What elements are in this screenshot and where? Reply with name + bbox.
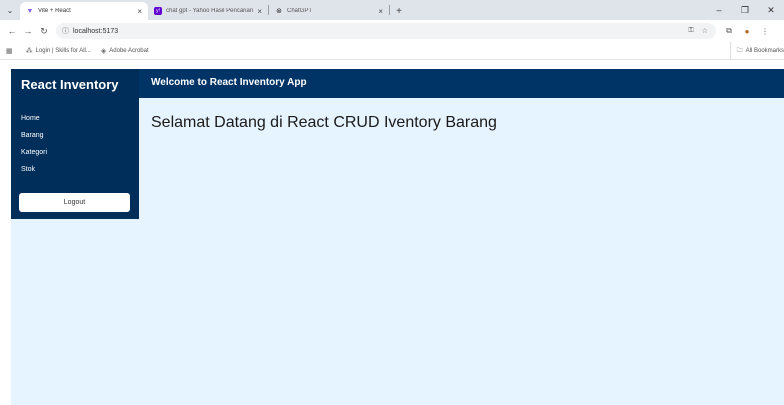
restore-icon[interactable]: ❐: [732, 0, 758, 20]
browser-tab-strip: ⌄ ▼ Vite + React × y! chat gpt - Yahoo H…: [0, 0, 784, 20]
logout-button[interactable]: Logout: [19, 193, 130, 212]
close-window-icon[interactable]: ✕: [758, 0, 784, 20]
tab-search-icon[interactable]: ⌄: [0, 0, 20, 20]
sidebar-item-barang[interactable]: Barang: [21, 127, 47, 144]
bookmarks-bar: ▦ ⁂ Login | Skills for All... ◈ Adobe Ac…: [0, 42, 784, 60]
app-brand: React Inventory: [21, 77, 119, 92]
back-icon[interactable]: ←: [4, 23, 20, 39]
sidebar-item-stok[interactable]: Stok: [21, 161, 47, 178]
password-key-icon[interactable]: ⚿: [688, 27, 693, 35]
address-bar-url: localhost:5173: [73, 27, 119, 35]
reload-icon[interactable]: ↻: [36, 23, 52, 39]
header-welcome-text: Welcome to React Inventory App: [151, 77, 307, 88]
address-bar[interactable]: ⓘ localhost:5173 ⚿ ☆: [56, 23, 716, 39]
new-tab-icon[interactable]: +: [390, 2, 408, 20]
page-title: Selamat Datang di React CRUD Iventory Ba…: [151, 114, 497, 131]
site-info-icon[interactable]: ⓘ: [62, 26, 69, 36]
all-bookmarks-label: All Bookmarks: [745, 48, 784, 54]
bookmark-adobe-acrobat[interactable]: ◈ Adobe Acrobat: [101, 47, 149, 55]
forward-icon[interactable]: →: [20, 23, 36, 39]
tab-chatgpt[interactable]: ⊛ ChatGPT ×: [269, 2, 389, 20]
bookmark-skills-for-all[interactable]: ⁂ Login | Skills for All...: [26, 47, 91, 55]
tab-title: ChatGPT: [287, 8, 313, 14]
sidebar-item-kategori[interactable]: Kategori: [21, 144, 47, 161]
browser-toolbar: ← → ↻ ⓘ localhost:5173 ⚿ ☆ ⧉ ● ⋮: [0, 20, 784, 42]
sidebar-nav: Home Barang Kategori Stok: [21, 110, 47, 178]
tab-title: Vite + React: [38, 8, 71, 14]
minimize-icon[interactable]: –: [706, 0, 732, 20]
tab-yahoo-search[interactable]: y! chat gpt - Yahoo Hasil Pencarian ×: [148, 2, 268, 20]
all-bookmarks-button[interactable]: 🗀 All Bookmarks: [729, 42, 784, 60]
apps-grid-icon[interactable]: ▦: [6, 47, 16, 55]
cisco-icon: ⁂: [25, 47, 33, 55]
folder-icon: 🗀: [736, 48, 743, 54]
yahoo-icon: y!: [154, 7, 162, 15]
bookmark-label: Login | Skills for All...: [35, 47, 91, 54]
close-tab-icon[interactable]: ×: [137, 7, 142, 16]
menu-kebab-icon[interactable]: ⋮: [756, 23, 774, 39]
chatgpt-icon: ⊛: [276, 8, 282, 15]
tab-title: chat gpt - Yahoo Hasil Pencarian: [166, 8, 254, 14]
vite-icon: ▼: [26, 7, 34, 15]
tab-vite-react[interactable]: ▼ Vite + React ×: [20, 2, 148, 20]
window-controls: – ❐ ✕: [706, 0, 784, 20]
extensions-icon[interactable]: ⧉: [720, 23, 738, 39]
acrobat-icon: ◈: [100, 47, 107, 55]
bookmark-star-icon[interactable]: ☆: [702, 27, 708, 35]
close-tab-icon[interactable]: ×: [257, 7, 262, 16]
app-viewport: Home Barang Kategori Stok Logout React I…: [11, 69, 784, 405]
sidebar-item-home[interactable]: Home: [21, 110, 47, 127]
profile-avatar-icon[interactable]: ●: [738, 23, 756, 39]
close-tab-icon[interactable]: ×: [378, 7, 383, 16]
bookmark-label: Adobe Acrobat: [109, 47, 149, 54]
